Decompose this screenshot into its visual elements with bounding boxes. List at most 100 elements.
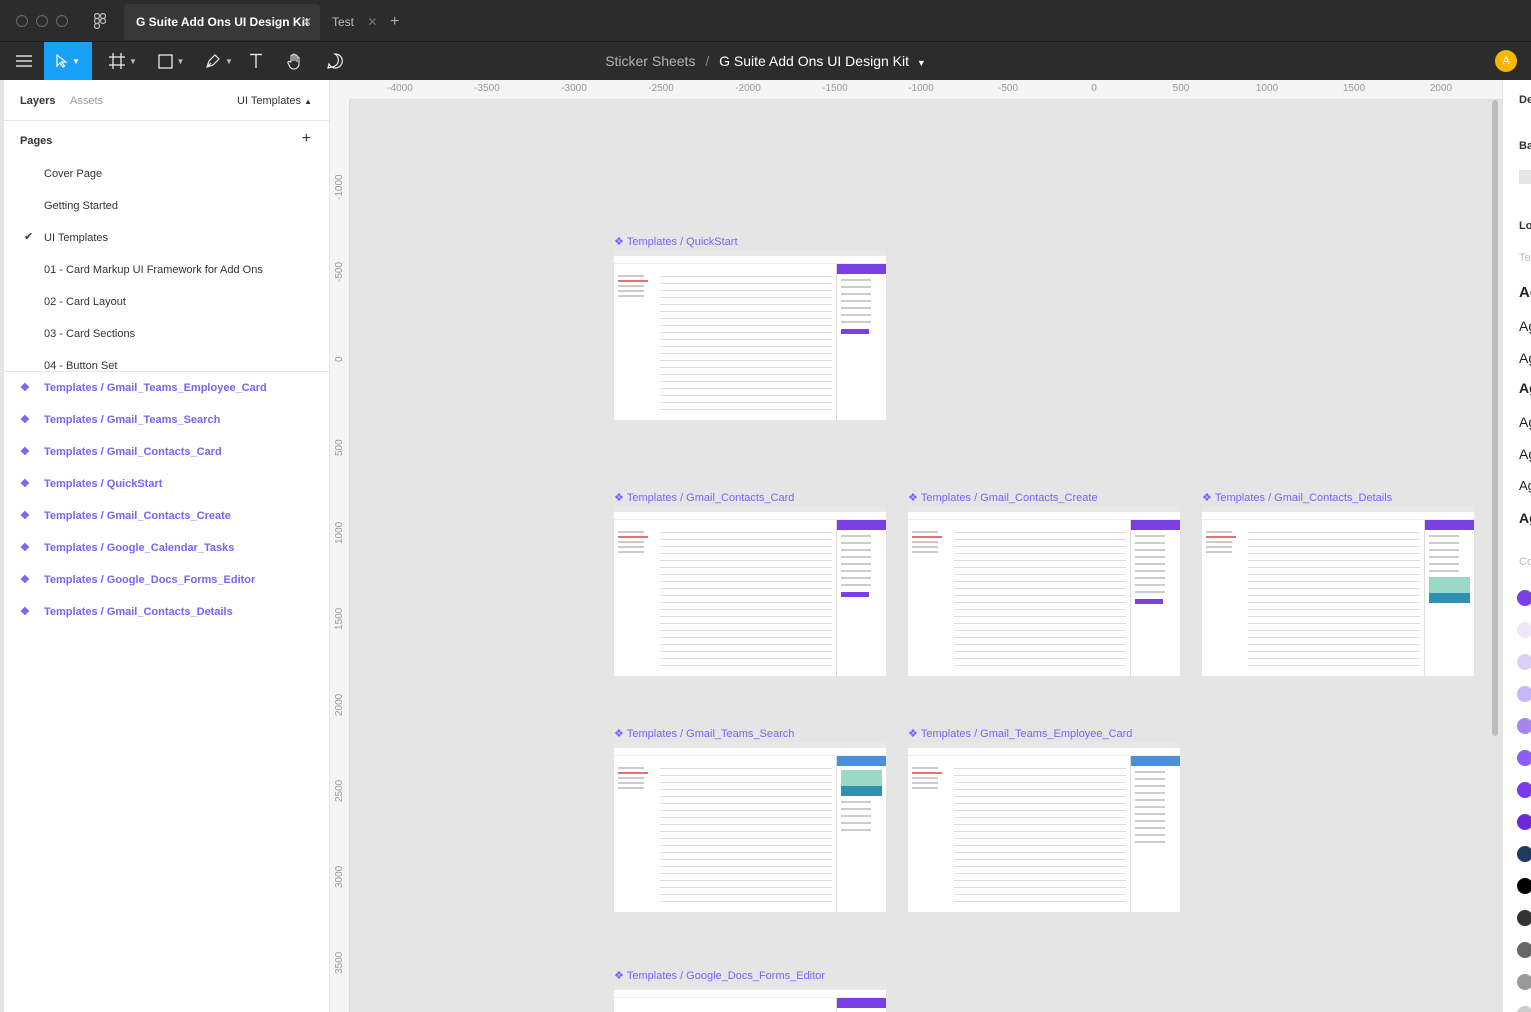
tab-layers[interactable]: Layers xyxy=(20,95,55,107)
design-tab-fragment[interactable]: De xyxy=(1519,94,1531,106)
ruler-corner xyxy=(330,80,350,100)
frame-label-text: Templates / Gmail_Contacts_Create xyxy=(920,492,1098,504)
text-style-sample[interactable]: Ag xyxy=(1519,478,1531,493)
frame-label[interactable]: ❖ Templates / QuickStart xyxy=(614,235,738,248)
color-swatch[interactable] xyxy=(1517,750,1531,766)
color-swatch[interactable] xyxy=(1517,686,1531,702)
page-item-current[interactable]: UI Templates xyxy=(44,230,108,246)
breadcrumb-file[interactable]: G Suite Add Ons UI Design Kit xyxy=(719,53,909,69)
color-swatch[interactable] xyxy=(1517,878,1531,894)
page-item[interactable]: 01 - Card Markup UI Framework for Add On… xyxy=(44,262,263,278)
zoom-window-icon[interactable] xyxy=(56,15,68,27)
tab-design-kit[interactable]: G Suite Add Ons UI Design Kit ✕ xyxy=(124,4,320,40)
page-item[interactable]: Cover Page xyxy=(44,166,102,182)
color-swatch[interactable] xyxy=(1517,910,1531,926)
current-page-selector[interactable]: UI Templates ▲ xyxy=(237,95,312,107)
frame-teams-employee-card[interactable] xyxy=(908,742,1180,912)
component-icon: ❖ xyxy=(20,478,30,490)
ruler-tick: -2000 xyxy=(735,83,761,94)
color-swatch[interactable] xyxy=(1517,590,1531,606)
text-style-sample[interactable]: Ag xyxy=(1519,284,1531,301)
text-style-sample[interactable]: Ag xyxy=(1519,446,1531,462)
frame-header xyxy=(1202,512,1474,520)
new-tab-icon[interactable]: + xyxy=(390,4,406,40)
frame-contacts-create[interactable] xyxy=(908,506,1180,676)
layer-label: Templates / Google_Calendar_Tasks xyxy=(44,542,235,554)
frame-contacts-card[interactable] xyxy=(614,506,886,676)
component-icon: ❖ xyxy=(20,542,30,554)
page-item[interactable]: 02 - Card Layout xyxy=(44,294,126,310)
toolbar: ▼ ▼ ▼ ▼ Sticker Sheets / G Suite Add Ons… xyxy=(0,42,1531,80)
frame-teams-search[interactable] xyxy=(614,742,886,912)
frame-docs-forms-editor[interactable] xyxy=(614,984,886,1012)
breadcrumb-separator: / xyxy=(705,53,710,69)
background-swatch[interactable] xyxy=(1519,170,1531,184)
avatar[interactable]: A xyxy=(1495,50,1517,72)
frame-label[interactable]: ❖ Templates / Gmail_Contacts_Details xyxy=(1202,491,1392,504)
color-swatch[interactable] xyxy=(1517,1006,1531,1012)
color-swatch[interactable] xyxy=(1517,974,1531,990)
layer-label: Templates / Gmail_Contacts_Card xyxy=(44,446,222,458)
color-swatch[interactable] xyxy=(1517,942,1531,958)
color-swatch[interactable] xyxy=(1517,622,1531,638)
canvas-scrollbar[interactable] xyxy=(1492,100,1498,736)
frame-label[interactable]: ❖ Templates / Google_Docs_Forms_Editor xyxy=(614,969,825,982)
close-window-icon[interactable] xyxy=(16,15,28,27)
text-style-sample[interactable]: Ag xyxy=(1519,510,1531,526)
add-page-icon[interactable]: + xyxy=(302,130,311,148)
minimize-window-icon[interactable] xyxy=(36,15,48,27)
text-style-sample[interactable]: Ag xyxy=(1519,318,1531,334)
color-swatch[interactable] xyxy=(1517,654,1531,670)
figma-logo-icon[interactable] xyxy=(93,12,110,30)
text-tool-icon[interactable] xyxy=(242,42,270,80)
page-item[interactable]: Getting Started xyxy=(44,198,118,214)
move-tool-icon[interactable]: ▼ xyxy=(44,42,92,80)
right-panel: De Ba Lo Te Ag Ag Ag Ag Ag Ag Ag Ag Co xyxy=(1502,80,1531,1012)
hand-tool-icon[interactable] xyxy=(280,42,310,80)
close-tab-icon[interactable]: ✕ xyxy=(367,15,377,29)
layer-label: Templates / Gmail_Teams_Search xyxy=(44,414,221,426)
layer-item[interactable]: ❖ Templates / Google_Docs_Forms_Editor xyxy=(20,572,255,588)
frame-label[interactable]: ❖ Templates / Gmail_Contacts_Card xyxy=(614,491,794,504)
color-swatch[interactable] xyxy=(1517,782,1531,798)
layer-item[interactable]: ❖ Templates / Gmail_Contacts_Details xyxy=(20,604,233,620)
layer-item[interactable]: ❖ Templates / Gmail_Teams_Search xyxy=(20,412,220,428)
frame-addon-panel xyxy=(836,264,886,420)
main-menu-icon[interactable] xyxy=(4,42,44,80)
breadcrumb-project[interactable]: Sticker Sheets xyxy=(605,53,695,69)
comment-tool-icon[interactable] xyxy=(320,42,350,80)
frame-rows xyxy=(660,270,832,416)
text-style-sample[interactable]: Ag xyxy=(1519,414,1531,430)
color-swatch[interactable] xyxy=(1517,814,1531,830)
tab-test[interactable]: Test ✕ xyxy=(332,4,382,40)
layer-item[interactable]: ❖ Templates / Gmail_Teams_Employee_Card xyxy=(20,380,267,396)
tab-assets[interactable]: Assets xyxy=(70,95,103,107)
canvas[interactable]: -4000 -3500 -3000 -2500 -2000 -1500 -100… xyxy=(330,80,1502,1012)
layer-item[interactable]: ❖ Templates / Gmail_Contacts_Card xyxy=(20,444,222,460)
color-swatch[interactable] xyxy=(1517,846,1531,862)
frame-addon-panel xyxy=(836,756,886,912)
check-icon: ✔ xyxy=(24,231,34,243)
close-tab-icon[interactable]: ✕ xyxy=(302,4,312,40)
frame-quickstart[interactable] xyxy=(614,250,886,420)
frame-label[interactable]: ❖ Templates / Gmail_Teams_Employee_Card xyxy=(908,727,1132,740)
frame-tool-icon[interactable]: ▼ xyxy=(100,42,146,80)
chevron-down-icon[interactable]: ▼ xyxy=(917,58,926,68)
text-style-sample[interactable]: Ag xyxy=(1519,350,1531,366)
pen-tool-icon[interactable]: ▼ xyxy=(196,42,242,80)
ruler-tick: 1000 xyxy=(334,521,345,544)
pages-heading: Pages xyxy=(20,135,53,147)
text-style-sample[interactable]: Ag xyxy=(1519,380,1531,396)
layer-item[interactable]: ❖ Templates / Google_Calendar_Tasks xyxy=(20,540,234,556)
frame-label[interactable]: ❖ Templates / Gmail_Teams_Search xyxy=(614,727,794,740)
layer-item[interactable]: ❖ Templates / Gmail_Contacts_Create xyxy=(20,508,231,524)
layer-item[interactable]: ❖ Templates / QuickStart xyxy=(20,476,162,492)
frame-label[interactable]: ❖ Templates / Gmail_Contacts_Create xyxy=(908,491,1098,504)
shape-tool-icon[interactable]: ▼ xyxy=(148,42,194,80)
layer-label: Templates / Google_Docs_Forms_Editor xyxy=(44,574,256,586)
frame-contacts-details[interactable] xyxy=(1202,506,1474,676)
ruler-tick: 500 xyxy=(1172,83,1190,94)
page-item[interactable]: 03 - Card Sections xyxy=(44,326,135,342)
frame-sidebar xyxy=(912,764,948,792)
color-swatch[interactable] xyxy=(1517,718,1531,734)
